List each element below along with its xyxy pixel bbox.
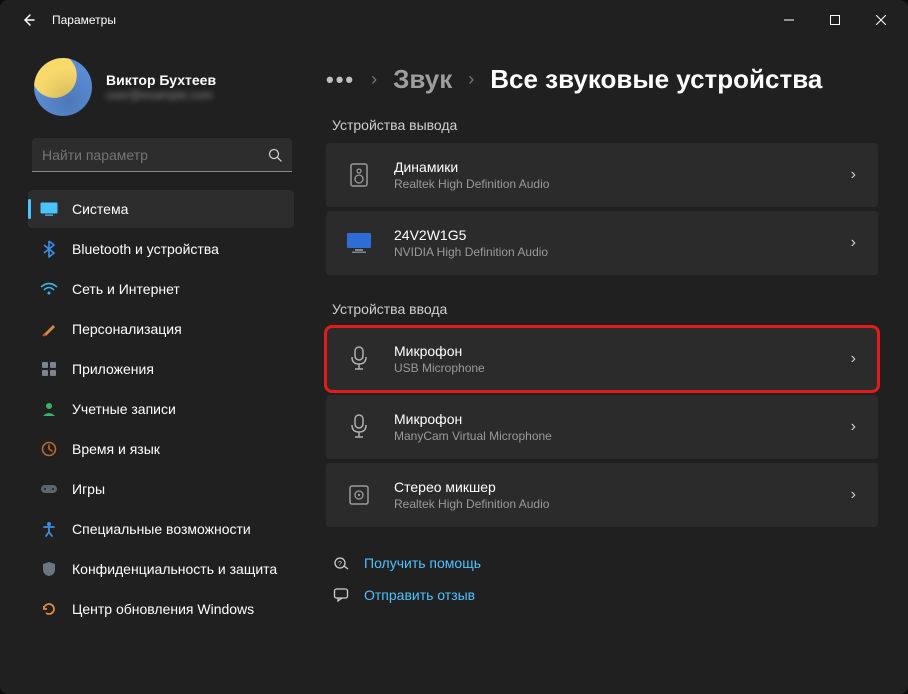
titlebar: Параметры: [0, 0, 908, 40]
wifi-icon: [40, 280, 58, 298]
sidebar-item-label: Игры: [72, 481, 105, 497]
device-subtitle: NVIDIA High Definition Audio: [394, 245, 831, 259]
search-input[interactable]: [42, 147, 268, 163]
speaker-icon: [344, 160, 374, 190]
window-title: Параметры: [52, 13, 116, 27]
breadcrumb: ••• › Звук › Все звуковые устройства: [326, 64, 878, 95]
device-subtitle: USB Microphone: [394, 361, 831, 375]
device-subtitle: Realtek High Definition Audio: [394, 177, 831, 191]
section-output-title: Устройства вывода: [332, 117, 878, 133]
time-language-icon: [40, 440, 58, 458]
sidebar-item-label: Учетные записи: [72, 401, 176, 417]
user-block[interactable]: Виктор Бухтеев user@example.com: [28, 58, 304, 116]
microphone-icon: [344, 412, 374, 442]
sidebar-item-update[interactable]: Центр обновления Windows: [28, 590, 294, 628]
device-title: Стерео микшер: [394, 479, 831, 495]
main-content: ••• › Звук › Все звуковые устройства Уст…: [310, 40, 908, 694]
feedback-icon: [332, 587, 350, 603]
chevron-right-icon: ›: [851, 486, 856, 504]
sidebar: Виктор Бухтеев user@example.com Система …: [0, 40, 310, 694]
sidebar-item-privacy[interactable]: Конфиденциальность и защита: [28, 550, 294, 588]
help-link[interactable]: ? Получить помощь: [332, 555, 878, 571]
settings-window: Параметры Виктор Бухтеев user@example.co…: [0, 0, 908, 694]
sidebar-item-label: Bluetooth и устройства: [72, 241, 219, 257]
minimize-button[interactable]: [766, 0, 812, 40]
sidebar-item-network[interactable]: Сеть и Интернет: [28, 270, 294, 308]
help-icon: ?: [332, 555, 350, 571]
sidebar-item-label: Персонализация: [72, 321, 182, 337]
sidebar-item-accounts[interactable]: Учетные записи: [28, 390, 294, 428]
device-row-microphone-manycam[interactable]: Микрофон ManyCam Virtual Microphone ›: [326, 395, 878, 459]
system-icon: [40, 200, 58, 218]
sidebar-item-label: Время и язык: [72, 441, 160, 457]
maximize-button[interactable]: [812, 0, 858, 40]
chevron-right-icon: ›: [851, 350, 856, 368]
chevron-right-icon: ›: [851, 418, 856, 436]
avatar: [34, 58, 92, 116]
personalization-icon: [40, 320, 58, 338]
chevron-right-icon: ›: [851, 166, 856, 184]
chevron-right-icon: ›: [851, 234, 856, 252]
sidebar-item-time-language[interactable]: Время и язык: [28, 430, 294, 468]
chevron-right-icon: ›: [371, 69, 377, 90]
sidebar-item-label: Специальные возможности: [72, 521, 251, 537]
sidebar-item-personalization[interactable]: Персонализация: [28, 310, 294, 348]
device-title: Динамики: [394, 159, 831, 175]
sidebar-item-label: Приложения: [72, 361, 154, 377]
nav-list: Система Bluetooth и устройства Сеть и Ин…: [28, 190, 304, 628]
feedback-link[interactable]: Отправить отзыв: [332, 587, 878, 603]
bluetooth-icon: [40, 240, 58, 258]
device-row-stereo-mixer[interactable]: Стерео микшер Realtek High Definition Au…: [326, 463, 878, 527]
feedback-label: Отправить отзыв: [364, 587, 475, 603]
sidebar-item-label: Сеть и Интернет: [72, 281, 180, 297]
sidebar-item-label: Центр обновления Windows: [72, 601, 254, 617]
minimize-icon: [784, 15, 794, 25]
accounts-icon: [40, 400, 58, 418]
monitor-icon: [344, 228, 374, 258]
microphone-icon: [344, 344, 374, 374]
maximize-icon: [830, 15, 840, 25]
device-title: 24V2W1G5: [394, 227, 831, 243]
device-subtitle: ManyCam Virtual Microphone: [394, 429, 831, 443]
privacy-icon: [40, 560, 58, 578]
device-title: Микрофон: [394, 343, 831, 359]
sidebar-item-system[interactable]: Система: [28, 190, 294, 228]
chevron-right-icon: ›: [468, 69, 474, 90]
gaming-icon: [40, 480, 58, 498]
device-row-monitor[interactable]: 24V2W1G5 NVIDIA High Definition Audio ›: [326, 211, 878, 275]
close-button[interactable]: [858, 0, 904, 40]
user-email: user@example.com: [106, 88, 216, 102]
page-title: Все звуковые устройства: [490, 64, 822, 95]
section-input-title: Устройства ввода: [332, 301, 878, 317]
sidebar-item-accessibility[interactable]: Специальные возможности: [28, 510, 294, 548]
user-name: Виктор Бухтеев: [106, 72, 216, 88]
device-row-microphone-usb[interactable]: Микрофон USB Microphone ›: [326, 327, 878, 391]
device-title: Микрофон: [394, 411, 831, 427]
sidebar-item-apps[interactable]: Приложения: [28, 350, 294, 388]
breadcrumb-overflow[interactable]: •••: [326, 67, 355, 93]
sidebar-item-bluetooth[interactable]: Bluetooth и устройства: [28, 230, 294, 268]
back-button[interactable]: [8, 0, 48, 40]
breadcrumb-parent[interactable]: Звук: [393, 64, 452, 95]
search-box[interactable]: [32, 138, 292, 172]
apps-icon: [40, 360, 58, 378]
footer-links: ? Получить помощь Отправить отзыв: [326, 555, 878, 603]
sidebar-item-gaming[interactable]: Игры: [28, 470, 294, 508]
device-subtitle: Realtek High Definition Audio: [394, 497, 831, 511]
arrow-left-icon: [20, 12, 36, 28]
sidebar-item-label: Система: [72, 201, 128, 217]
device-row-speakers[interactable]: Динамики Realtek High Definition Audio ›: [326, 143, 878, 207]
close-icon: [876, 15, 886, 25]
update-icon: [40, 600, 58, 618]
help-label: Получить помощь: [364, 555, 481, 571]
svg-text:?: ?: [338, 561, 342, 568]
accessibility-icon: [40, 520, 58, 538]
search-icon: [268, 148, 282, 162]
sidebar-item-label: Конфиденциальность и защита: [72, 561, 277, 577]
mixer-icon: [344, 480, 374, 510]
